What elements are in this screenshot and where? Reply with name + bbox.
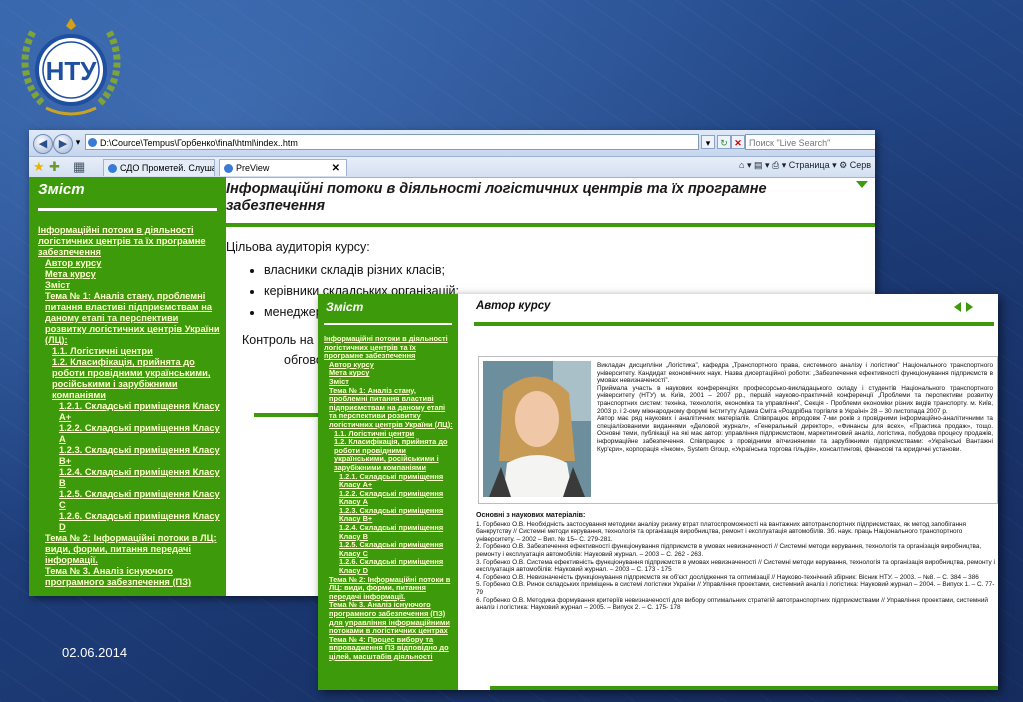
toc-link[interactable]: 1.2.2. Складські приміщення Класу А: [318, 489, 458, 507]
sidebar-divider: [38, 208, 217, 211]
audience-heading: Цільова аудиторія курсу:: [226, 240, 370, 254]
print-icon[interactable]: ⎙: [772, 160, 779, 170]
toc-link[interactable]: 1.2.1. Складські приміщення Класу А+: [29, 401, 226, 423]
toc-list: Інформаційні потоки в діяльності логісти…: [318, 334, 458, 662]
list-item: 1. Горбенко О.В. Необхідність застосуван…: [476, 520, 966, 543]
tab-sdo-prometheus[interactable]: СДО Прометей. Слушатели: [103, 159, 215, 176]
home-icon[interactable]: ⌂: [739, 160, 744, 170]
main-content: Автор курсу Викладач дисципліни „Логісти…: [458, 294, 998, 690]
list-item: 3. Горбенко О.В. Система ефективність фу…: [476, 558, 995, 574]
author-photo: [483, 361, 591, 497]
toc-link[interactable]: 1.2.4. Складські приміщення Класу В: [29, 467, 226, 489]
publications-heading: Основні з наукових матеріалів:: [476, 512, 586, 519]
page-title: Автор курсу: [476, 300, 551, 312]
address-text: D:\Cource\Tempus\Горбенко\final\html\ind…: [100, 138, 298, 148]
tab-list-icon[interactable]: ▦: [73, 159, 85, 175]
slide-date: 02.06.2014: [62, 645, 128, 660]
favorites-star-icon[interactable]: ★: [33, 159, 45, 175]
toc-link[interactable]: 1.2.5. Складські приміщення Класу С: [29, 489, 226, 511]
toc-link[interactable]: 1.1. Логістичні центри: [29, 346, 226, 357]
trident-icon: [66, 18, 76, 30]
address-dropdown-icon[interactable]: ▾: [701, 135, 715, 149]
toc-link[interactable]: Тема № 3. Аналіз існуючого програмного з…: [318, 601, 458, 635]
collapse-arrow-icon[interactable]: [856, 181, 868, 188]
prev-page-arrow-icon[interactable]: [954, 302, 961, 312]
toc-link[interactable]: Автор курсу: [29, 258, 226, 269]
toc-link[interactable]: 1.2.3. Складські приміщення Класу В+: [318, 506, 458, 524]
ntu-logo: НТУ: [21, 18, 121, 116]
contents-sidebar: Зміст Інформаційні потоки в діяльності л…: [318, 294, 458, 690]
ie-page-icon: [88, 138, 97, 147]
close-tab-icon[interactable]: ✕: [332, 160, 340, 176]
list-item: 2. Горбенко О.В. Забезпечення ефективнос…: [476, 543, 982, 558]
bio-paragraph: Приймала участь в наукових конференціях …: [597, 384, 993, 415]
toc-link[interactable]: Тема № 1: Аналіз стану, проблемні питанн…: [318, 386, 458, 430]
tab-label: СДО Прометей. Слушатели: [120, 163, 214, 173]
course-title: Інформаційні потоки в діяльності логісти…: [226, 181, 767, 214]
sidebar-divider: [324, 323, 452, 325]
browser-window-author: Зміст Інформаційні потоки в діяльності л…: [318, 294, 998, 690]
list-item: 6. Горбенко О.В. Методика формування кри…: [476, 596, 988, 612]
list-item: власники складів різних класів;: [264, 260, 459, 281]
list-item: 5. Горбенко О.В. Ринок складських приміщ…: [476, 581, 995, 596]
toc-link[interactable]: 1.2. Класифікація, прийнята до роботи пр…: [318, 437, 458, 472]
toc-link[interactable]: Тема № 1: Аналіз стану, проблемні питанн…: [29, 291, 226, 346]
bio-paragraph: Викладач дисципліни „Логістика”, кафедра…: [597, 362, 993, 385]
author-bio: Викладач дисципліни „Логістика”, кафедра…: [597, 362, 993, 453]
ie-page-icon: [224, 164, 233, 173]
tab-label: PreView: [236, 163, 270, 173]
bio-paragraph: Автор має ряд наукових і аналітичних мат…: [597, 415, 993, 453]
ie-page-icon: [108, 164, 117, 173]
browser-tab-bar: ★ ✚ ▦ СДО Прометей. Слушатели PreView ✕ …: [29, 157, 875, 178]
add-favorite-icon[interactable]: ✚: [49, 159, 60, 175]
publications-list: Основні з наукових матеріалів: 1. Горбен…: [476, 512, 998, 612]
back-arrow-icon[interactable]: ◀: [33, 134, 53, 154]
toc-link[interactable]: 1.2.4. Складські приміщення Класу В: [318, 523, 458, 541]
toc-link[interactable]: 1.2.6. Складські приміщення Класу D: [318, 558, 458, 575]
title-underline: [474, 322, 994, 326]
tools-gear-icon[interactable]: ⚙: [839, 160, 847, 170]
title-underline: [226, 223, 875, 227]
service-menu[interactable]: Серв: [850, 160, 871, 170]
forward-arrow-icon[interactable]: ▶: [53, 134, 73, 154]
author-info-box: Викладач дисципліни „Логістика”, кафедра…: [478, 356, 998, 504]
toc-link[interactable]: 1.2.1. Складські приміщення Класу А+: [318, 472, 458, 490]
toc-link[interactable]: 1.2.6. Складські приміщення Класу D: [29, 511, 226, 533]
sidebar-title: Зміст: [326, 300, 364, 314]
footer-divider: [490, 686, 998, 690]
command-bar: ⌂ ▾ ▤ ▾ ⎙ ▾ Страница ▾ ⚙ Серв: [739, 160, 871, 170]
toc-link[interactable]: Тема № 2: Інформаційні потоки в ЛЦ: види…: [29, 533, 226, 566]
search-input[interactable]: Поиск "Live Search": [745, 134, 875, 150]
page-menu[interactable]: Страница: [789, 160, 830, 170]
toc-link[interactable]: Тема № 3. Аналіз існуючого програмного з…: [29, 566, 226, 588]
toc-link[interactable]: Інформаційні потоки в діяльності логісти…: [318, 334, 458, 361]
toc-link[interactable]: Мета курсу: [29, 269, 226, 280]
toc-link[interactable]: 1.2.2. Складські приміщення Класу А: [29, 423, 226, 445]
toc-link[interactable]: 1.2.3. Складські приміщення Класу В+: [29, 445, 226, 467]
toc-link[interactable]: 1.2.5. Складські приміщення Класу С: [318, 540, 458, 558]
contents-sidebar: Зміст Інформаційні потоки в діяльності л…: [29, 177, 226, 596]
logo-text: НТУ: [46, 56, 98, 86]
sidebar-title: Зміст: [38, 181, 85, 198]
browser-address-bar-row: ◀ ▶ ▾ D:\Cource\Tempus\Горбенко\final\ht…: [29, 130, 875, 157]
stop-icon[interactable]: ✕: [731, 135, 745, 149]
toc-link[interactable]: Тема № 2: Інформаційні потоки в ЛЦ: види…: [318, 575, 458, 602]
control-text-line1: Контроль на: [242, 333, 314, 347]
toc-link[interactable]: 1.2. Класифікація, прийнята до роботи пр…: [29, 357, 226, 401]
next-page-arrow-icon[interactable]: [966, 302, 973, 312]
feeds-icon[interactable]: ▤: [754, 160, 763, 170]
address-input[interactable]: D:\Cource\Tempus\Горбенко\final\html\ind…: [85, 134, 699, 150]
toc-link[interactable]: Інформаційні потоки в діяльності логісти…: [29, 225, 226, 258]
tab-preview[interactable]: PreView ✕: [219, 159, 347, 176]
author-portrait-icon: [483, 361, 591, 497]
toc-link[interactable]: Тема № 4: Процес вибору та впровадження …: [318, 635, 458, 662]
history-dropdown-icon[interactable]: ▾: [71, 135, 85, 149]
refresh-icon[interactable]: ↻: [717, 135, 731, 149]
toc-list: Інформаційні потоки в діяльності логісти…: [29, 225, 226, 588]
toc-link[interactable]: Зміст: [29, 280, 226, 291]
